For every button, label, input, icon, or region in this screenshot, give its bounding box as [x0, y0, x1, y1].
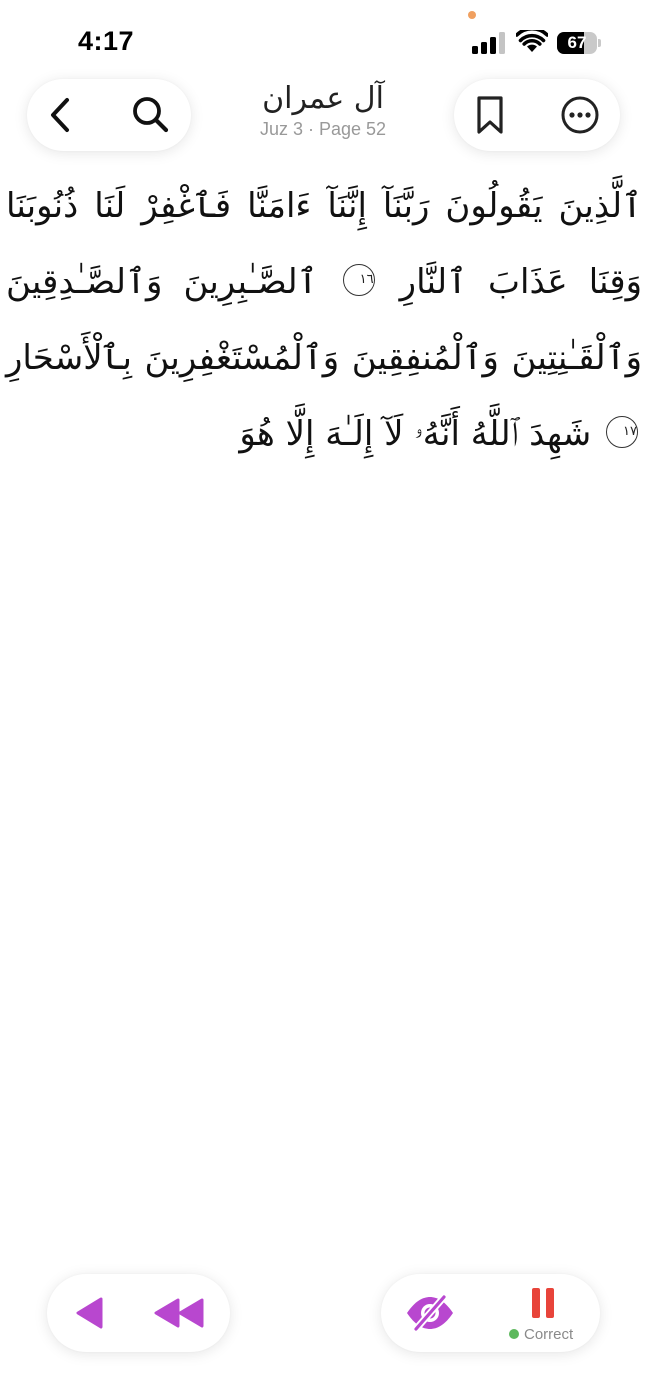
status-time: 4:17	[78, 26, 135, 56]
status-dot	[509, 1329, 519, 1339]
playback-nav-pill	[47, 1274, 230, 1352]
hide-text-button[interactable]	[399, 1283, 461, 1343]
verse-text-segment: شَهِدَ ٱللَّهُ أَنَّهُۥ لَآ إِلَـٰهَ إِل…	[239, 414, 592, 454]
ellipsis-circle-icon	[561, 96, 599, 134]
pause-button[interactable]	[517, 1282, 569, 1324]
back-button[interactable]	[31, 85, 91, 145]
quran-text: ٱلَّذِينَ يَقُولُونَ رَبَّنَآ إِنَّنَآ ء…	[6, 168, 642, 472]
status-bar: 4:17 67	[0, 0, 647, 80]
bookmark-icon	[477, 96, 503, 134]
search-icon	[133, 97, 169, 133]
status-label: Correct	[524, 1325, 574, 1343]
bookmark-button[interactable]	[460, 85, 520, 145]
ayah-number-marker: ١٦	[342, 263, 375, 296]
header-center: آل عمران Juz 3 · Page 52	[200, 80, 446, 152]
cellular-signal-icon	[472, 32, 505, 54]
rewind-button[interactable]	[143, 1283, 215, 1343]
chevron-left-icon	[51, 98, 69, 132]
header-left-pill	[27, 79, 191, 151]
previous-button[interactable]	[59, 1283, 119, 1343]
header-right-pill	[454, 79, 620, 151]
recitation-status: Correct	[509, 1325, 573, 1343]
surah-title: آل عمران	[262, 81, 384, 116]
battery-cap	[598, 39, 601, 47]
wifi-icon	[516, 30, 548, 52]
pause-icon	[532, 1288, 554, 1318]
mic-indicator-dot	[468, 11, 476, 19]
more-options-button[interactable]	[550, 85, 610, 145]
juz-page-subtitle: Juz 3 · Page 52	[259, 119, 387, 139]
play-reverse-icon	[76, 1297, 103, 1329]
rewind-icon	[154, 1298, 204, 1328]
eye-slash-icon	[407, 1293, 453, 1333]
ayah-number-marker: ١٧	[606, 415, 638, 448]
battery-percent: 67	[567, 33, 587, 52]
search-button[interactable]	[121, 85, 181, 145]
battery-body: 67	[557, 32, 597, 54]
battery-indicator: 67	[557, 32, 601, 54]
recitation-control-pill: Correct	[381, 1274, 600, 1352]
